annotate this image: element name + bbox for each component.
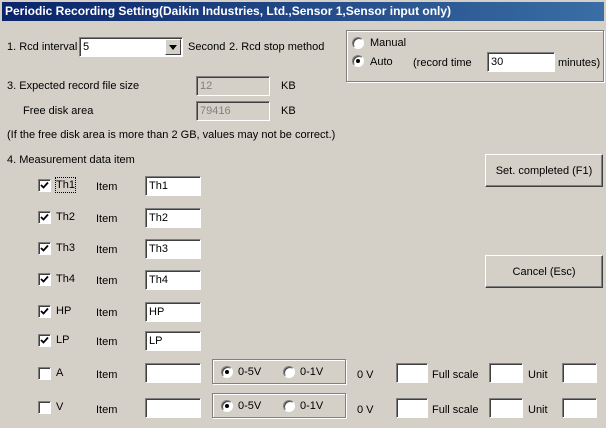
a-checkbox[interactable]	[38, 367, 51, 380]
a-range-0-1v-label: 0-1V	[300, 366, 324, 378]
lp-checkbox[interactable]	[38, 334, 51, 347]
v-unit-input[interactable]	[562, 398, 597, 418]
hp-check-label[interactable]: HP	[56, 304, 71, 318]
window-title: Periodic Recording Setting(Daikin Indust…	[2, 2, 604, 21]
a-unit-input[interactable]	[562, 363, 597, 383]
dialog-window: Periodic Recording Setting(Daikin Indust…	[0, 0, 606, 428]
auto-radio[interactable]	[352, 55, 364, 67]
record-time-unit: minutes)	[558, 57, 601, 69]
free-disk-label: Free disk area	[23, 105, 94, 117]
item-label: Item	[96, 275, 118, 287]
hp-checkbox[interactable]	[38, 305, 51, 318]
lp-item-input[interactable]: LP	[145, 331, 201, 351]
a-zero-label: 0 V	[357, 369, 374, 381]
free-disk-field: 79416	[196, 101, 270, 121]
file-size-field: 12	[196, 76, 270, 96]
item-label: Item	[96, 369, 118, 381]
v-range-0-1v-radio[interactable]	[283, 400, 295, 412]
a-full-scale-label: Full scale	[432, 369, 479, 381]
v-unit-label: Unit	[528, 404, 548, 416]
v-range-0-1v-label: 0-1V	[300, 400, 324, 412]
item-label: Item	[96, 404, 118, 416]
record-time-label: (record time	[413, 57, 472, 69]
v-zero-input[interactable]	[396, 398, 428, 418]
interval-label: 1. Rcd interval	[7, 41, 78, 53]
manual-label: Manual	[370, 37, 407, 49]
interval-unit: Second	[188, 41, 226, 53]
a-unit-label: Unit	[528, 369, 548, 381]
th4-checkbox[interactable]	[38, 273, 51, 286]
cancel-button[interactable]: Cancel (Esc)	[485, 255, 603, 288]
item-label: Item	[96, 213, 118, 225]
v-range-0-5v-label: 0-5V	[238, 400, 262, 412]
th1-check-label[interactable]: Th1	[55, 177, 76, 193]
v-checkbox[interactable]	[38, 401, 51, 414]
v-full-scale-input[interactable]	[489, 398, 523, 418]
free-disk-unit: KB	[281, 105, 296, 117]
v-full-scale-label: Full scale	[432, 404, 479, 416]
a-range-0-5v-label: 0-5V	[238, 366, 262, 378]
th4-check-label[interactable]: Th4	[56, 272, 75, 286]
th2-check-label[interactable]: Th2	[56, 210, 75, 224]
a-check-label[interactable]: A	[56, 366, 63, 380]
set-completed-button[interactable]: Set. completed (F1)	[485, 154, 603, 187]
measurement-label: 4. Measurement data item	[7, 154, 135, 166]
v-range-0-5v-radio[interactable]	[221, 400, 233, 412]
file-size-unit: KB	[281, 80, 296, 92]
th2-checkbox[interactable]	[38, 211, 51, 224]
v-item-input[interactable]	[145, 398, 201, 418]
file-size-label: 3. Expected record file size	[7, 80, 140, 92]
a-range-0-5v-radio[interactable]	[221, 366, 233, 378]
stop-method-label: 2. Rcd stop method	[229, 41, 325, 53]
interval-combobox[interactable]: 5	[79, 37, 183, 57]
hp-item-input[interactable]: HP	[145, 302, 201, 322]
record-time-input[interactable]: 30	[487, 52, 555, 72]
a-full-scale-input[interactable]	[489, 363, 523, 383]
th3-item-input[interactable]: Th3	[145, 239, 201, 259]
a-zero-input[interactable]	[396, 363, 428, 383]
item-label: Item	[96, 336, 118, 348]
th1-item-input[interactable]: Th1	[145, 176, 201, 196]
disk-note: (If the free disk area is more than 2 GB…	[7, 129, 336, 141]
lp-check-label[interactable]: LP	[56, 333, 69, 347]
a-range-0-1v-radio[interactable]	[283, 366, 295, 378]
item-label: Item	[96, 181, 118, 193]
interval-value: 5	[83, 41, 90, 53]
manual-radio[interactable]	[352, 37, 364, 49]
th3-checkbox[interactable]	[38, 242, 51, 255]
a-item-input[interactable]	[145, 363, 201, 383]
auto-label: Auto	[370, 56, 393, 68]
th2-item-input[interactable]: Th2	[145, 208, 201, 228]
th1-checkbox[interactable]	[38, 179, 51, 192]
v-zero-label: 0 V	[357, 404, 374, 416]
th3-check-label[interactable]: Th3	[56, 241, 75, 255]
v-check-label[interactable]: V	[56, 400, 63, 414]
item-label: Item	[96, 244, 118, 256]
chevron-down-icon[interactable]	[165, 39, 181, 55]
th4-item-input[interactable]: Th4	[145, 270, 201, 290]
item-label: Item	[96, 307, 118, 319]
